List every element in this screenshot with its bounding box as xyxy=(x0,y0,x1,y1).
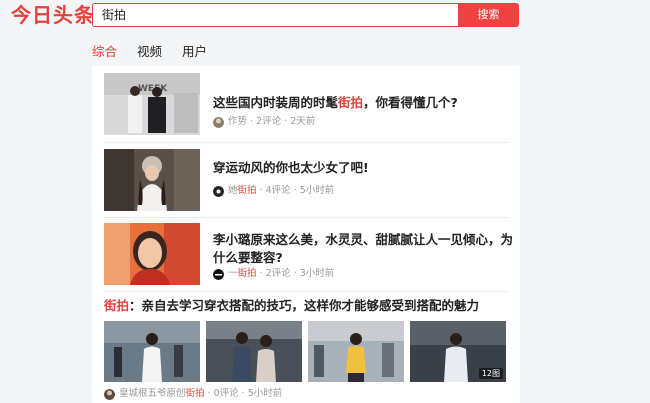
article-meta: 一街拍 · 2评论 · 3小时前 xyxy=(213,268,334,280)
publish-time: 5小时前 xyxy=(247,388,283,399)
gallery-image[interactable]: 12图 xyxy=(410,321,506,382)
author-avatar[interactable] xyxy=(213,268,224,280)
article-source[interactable]: 她街拍 xyxy=(228,185,257,197)
tab-video[interactable]: 视频 xyxy=(137,44,162,60)
author-avatar[interactable] xyxy=(104,388,115,400)
list-item[interactable]: 穿运动风的你也太少女了吧! 她街拍 · 4评论 · 5小时前 xyxy=(104,149,508,211)
site-logo[interactable]: 今日头条 xyxy=(11,2,95,28)
comment-count[interactable]: 0评论 xyxy=(214,388,239,400)
article-source[interactable]: 作势 xyxy=(228,116,247,128)
publish-time: 3小时前 xyxy=(299,268,335,279)
publish-time: 5小时前 xyxy=(299,185,335,196)
search-input[interactable]: 街拍 xyxy=(92,3,459,27)
divider xyxy=(104,217,508,218)
tab-comprehensive[interactable]: 综合 xyxy=(92,44,117,60)
gallery-image[interactable] xyxy=(104,321,200,382)
author-avatar[interactable] xyxy=(213,116,224,128)
article-meta: 她街拍 · 4评论 · 5小时前 xyxy=(213,185,334,197)
comment-count[interactable]: 4评论 xyxy=(266,185,291,197)
search-button[interactable]: 搜索 xyxy=(458,3,519,27)
author-avatar[interactable] xyxy=(213,185,224,197)
divider xyxy=(104,291,508,292)
article-title[interactable]: 这些国内时装周的时髦街拍，你看得懂几个? xyxy=(213,94,513,112)
article-thumbnail[interactable] xyxy=(104,149,200,211)
comment-count[interactable]: 2评论 xyxy=(256,116,281,128)
comment-count[interactable]: 2评论 xyxy=(266,268,291,280)
article-meta: 作势 · 2评论 · 2天前 xyxy=(213,116,315,128)
list-item[interactable]: 李小璐原来这么美，水灵灵、甜腻腻让人一见倾心，为什么要整容? 一街拍 · 2评论… xyxy=(104,223,513,285)
divider xyxy=(104,142,508,143)
image-count-badge: 12图 xyxy=(478,368,503,379)
list-item[interactable]: WEEK 这些国内时装周的时髦街拍，你看得懂几个? 作势 · 2评论 · 2天前 xyxy=(104,73,508,143)
publish-time: 2天前 xyxy=(290,116,316,127)
article-thumbnail[interactable] xyxy=(104,223,200,285)
article-thumbnail[interactable]: WEEK xyxy=(104,73,200,135)
results-list: WEEK 这些国内时装周的时髦街拍，你看得懂几个? 作势 · 2评论 · 2天前 xyxy=(92,66,520,403)
article-title[interactable]: 李小璐原来这么美，水灵灵、甜腻腻让人一见倾心，为什么要整容? xyxy=(213,231,513,267)
article-title[interactable]: 穿运动风的你也太少女了吧! xyxy=(213,159,513,177)
gallery-title[interactable]: 街拍：亲自去学习穿衣搭配的技巧，这样你才能够感受到搭配的魅力 xyxy=(104,298,479,314)
gallery-image[interactable] xyxy=(206,321,302,382)
gallery-image[interactable] xyxy=(308,321,404,382)
article-source[interactable]: 皇城根五爷原创街拍 xyxy=(119,388,205,400)
tab-users[interactable]: 用户 xyxy=(182,44,207,60)
article-source[interactable]: 一街拍 xyxy=(228,268,257,280)
gallery-meta: 皇城根五爷原创街拍 · 0评论 · 5小时前 xyxy=(104,388,282,400)
result-tabs: 综合 视频 用户 xyxy=(92,44,207,60)
